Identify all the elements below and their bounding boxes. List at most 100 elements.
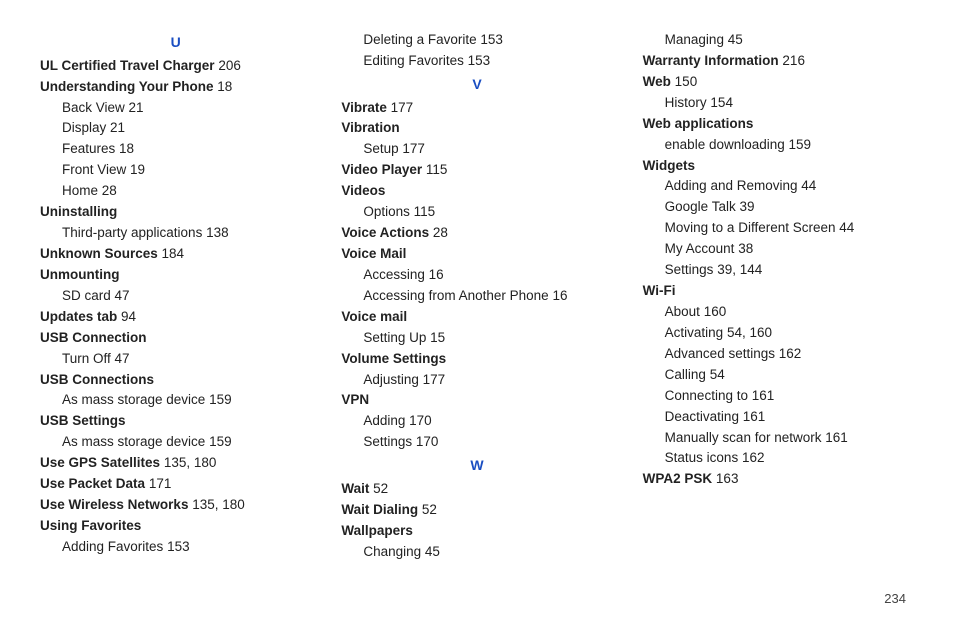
index-entry[interactable]: Options 115 [341,202,612,223]
entry-label: Moving to a Different Screen [665,220,836,235]
index-entry[interactable]: Voice mail [341,307,612,328]
index-entry[interactable]: Turn Off 47 [40,349,311,370]
index-entry[interactable]: History 154 [643,93,914,114]
index-entry[interactable]: Editing Favorites 153 [341,51,612,72]
index-entry[interactable]: Updates tab 94 [40,307,311,328]
entry-label: Wi-Fi [643,283,676,298]
index-entry[interactable]: Advanced settings 162 [643,344,914,365]
index-entry[interactable]: Adding and Removing 44 [643,176,914,197]
entry-page: 54 [706,367,725,382]
entry-page: 170 [405,413,431,428]
index-entry[interactable]: Understanding Your Phone 18 [40,77,311,98]
index-entry[interactable]: Unknown Sources 184 [40,244,311,265]
index-entry[interactable]: Video Player 115 [341,160,612,181]
index-entry[interactable]: Setup 177 [341,139,612,160]
index-entry[interactable]: Wait Dialing 52 [341,500,612,521]
index-entry[interactable]: Vibrate 177 [341,98,612,119]
index-entry[interactable]: Wallpapers [341,521,612,542]
index-entry[interactable]: Third-party applications 138 [40,223,311,244]
index-entry[interactable]: Use Packet Data 171 [40,474,311,495]
entry-label: Volume Settings [341,351,446,366]
index-entry[interactable]: As mass storage device 159 [40,390,311,411]
entry-label: Wait Dialing [341,502,418,517]
index-entry[interactable]: USB Connections [40,370,311,391]
index-entry[interactable]: Display 21 [40,118,311,139]
index-entry[interactable]: Unmounting [40,265,311,286]
index-entry[interactable]: Setting Up 15 [341,328,612,349]
index-entry[interactable]: Warranty Information 216 [643,51,914,72]
index-entry[interactable]: Features 18 [40,139,311,160]
index-entry[interactable]: Uninstalling [40,202,311,223]
index-entry[interactable]: VPN [341,390,612,411]
index-entry[interactable]: Calling 54 [643,365,914,386]
entry-page: 52 [369,481,388,496]
index-entry[interactable]: Use Wireless Networks 135, 180 [40,495,311,516]
index-entry[interactable]: Use GPS Satellites 135, 180 [40,453,311,474]
index-entry[interactable]: UL Certified Travel Charger 206 [40,56,311,77]
index-entry[interactable]: Web 150 [643,72,914,93]
entry-page: 39, 144 [713,262,762,277]
index-entry[interactable]: About 160 [643,302,914,323]
index-entry[interactable]: Adding 170 [341,411,612,432]
index-entry[interactable]: Settings 39, 144 [643,260,914,281]
index-entry[interactable]: Activating 54, 160 [643,323,914,344]
index-entry[interactable]: Volume Settings [341,349,612,370]
index-entry[interactable]: Wait 52 [341,479,612,500]
index-entry[interactable]: Wi-Fi [643,281,914,302]
entry-label: Video Player [341,162,422,177]
index-entry[interactable]: Web applications [643,114,914,135]
index-entry[interactable]: Voice Mail [341,244,612,265]
index-entry[interactable]: Videos [341,181,612,202]
index-entry[interactable]: Home 28 [40,181,311,202]
entry-page: 44 [798,178,817,193]
index-entry[interactable]: Status icons 162 [643,448,914,469]
entry-page: 38 [734,241,753,256]
index-entry[interactable]: Connecting to 161 [643,386,914,407]
entry-label: Wait [341,481,369,496]
entry-label: Web applications [643,116,754,131]
entry-label: Videos [341,183,385,198]
index-entry[interactable]: Deactivating 161 [643,407,914,428]
entry-page: 138 [202,225,228,240]
index-entry[interactable]: Widgets [643,156,914,177]
index-entry[interactable]: Adjusting 177 [341,370,612,391]
entry-label: WPA2 PSK [643,471,713,486]
index-entry[interactable]: Back View 21 [40,98,311,119]
index-entry[interactable]: Voice Actions 28 [341,223,612,244]
index-entry[interactable]: Accessing 16 [341,265,612,286]
entry-page: 28 [429,225,448,240]
entry-page: 159 [205,434,231,449]
index-entry[interactable]: WPA2 PSK 163 [643,469,914,490]
index-entry[interactable]: SD card 47 [40,286,311,307]
index-entry[interactable]: enable downloading 159 [643,135,914,156]
index-entry[interactable]: Settings 170 [341,432,612,453]
index-entry[interactable]: USB Connection [40,328,311,349]
index-entry[interactable]: Vibration [341,118,612,139]
index-entry[interactable]: USB Settings [40,411,311,432]
entry-label: Using Favorites [40,518,141,533]
index-entry[interactable]: My Account 38 [643,239,914,260]
entry-label: Use Packet Data [40,476,145,491]
entry-label: As mass storage device [62,392,205,407]
entry-page: 161 [821,430,847,445]
entry-page: 18 [115,141,134,156]
entry-label: Unmounting [40,267,119,282]
index-entry[interactable]: Moving to a Different Screen 44 [643,218,914,239]
index-entry[interactable]: Front View 19 [40,160,311,181]
index-entry[interactable]: As mass storage device 159 [40,432,311,453]
index-entry[interactable]: Accessing from Another Phone 16 [341,286,612,307]
index-entry[interactable]: Manually scan for network 161 [643,428,914,449]
index-entry[interactable]: Deleting a Favorite 153 [341,30,612,51]
entry-label: Setting Up [363,330,426,345]
index-entry[interactable]: Using Favorites [40,516,311,537]
index-entry[interactable]: Adding Favorites 153 [40,537,311,558]
index-entry[interactable]: Google Talk 39 [643,197,914,218]
entry-label: Vibration [341,120,399,135]
entry-label: Accessing from Another Phone [363,288,548,303]
entry-label: Adjusting [363,372,419,387]
entry-label: Options [363,204,410,219]
index-entry[interactable]: Changing 45 [341,542,612,563]
entry-page: 115 [410,204,435,219]
index-entry[interactable]: Managing 45 [643,30,914,51]
entry-label: Display [62,120,106,135]
